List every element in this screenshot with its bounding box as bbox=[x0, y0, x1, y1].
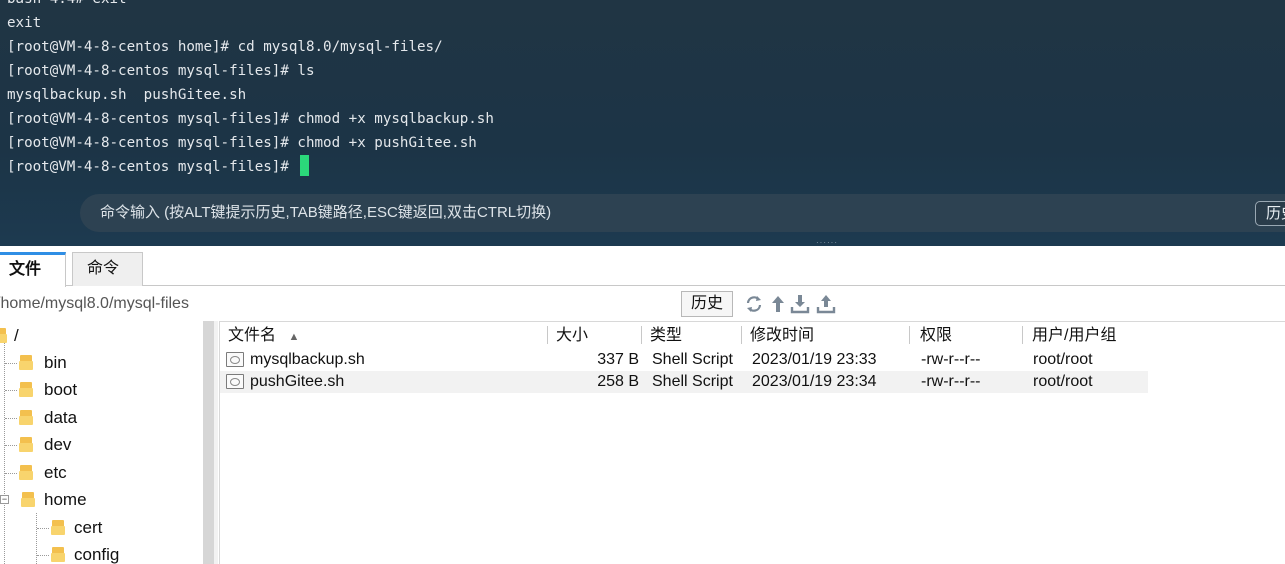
bottom-tabbar: 文件 命令 bbox=[0, 246, 1285, 287]
tree-item-label: bin bbox=[44, 353, 67, 372]
tree-item-label: etc bbox=[44, 463, 67, 482]
file-size: 258 B bbox=[597, 373, 639, 390]
table-row[interactable]: mysqlbackup.sh 337 B Shell Script 2023/0… bbox=[220, 349, 1148, 371]
tree-item-label: cert bbox=[74, 518, 103, 537]
upload-icon[interactable] bbox=[816, 293, 836, 315]
file-mtime: 2023/01/19 23:33 bbox=[752, 351, 877, 368]
tree-item-label: boot bbox=[44, 380, 78, 399]
terminal-history-button[interactable]: 历史 bbox=[1255, 201, 1285, 226]
column-header-owner[interactable]: 用户/用户组 bbox=[1024, 323, 1154, 349]
column-header-permissions[interactable]: 权限 bbox=[912, 323, 1022, 349]
folder-icon bbox=[0, 328, 7, 343]
file-name: mysqlbackup.sh bbox=[250, 351, 365, 368]
ssh-client-window: bash-4.4# exit exit [root@VM-4-8-centos … bbox=[0, 0, 1285, 564]
path-input[interactable] bbox=[0, 291, 679, 316]
terminal-cursor bbox=[300, 155, 310, 176]
file-list[interactable]: 文件名 ▲ 大小 类型 修改时间 权限 用户/用户组 mysqlbackup.s… bbox=[219, 321, 1285, 564]
terminal-prompt-line[interactable]: [root@VM-4-8-centos mysql-files]# bbox=[7, 155, 494, 179]
column-header-name[interactable]: 文件名 ▲ bbox=[220, 323, 548, 349]
column-separator[interactable] bbox=[1022, 326, 1023, 344]
file-type: Shell Script bbox=[652, 373, 733, 390]
path-history-button[interactable]: 历史 bbox=[681, 291, 733, 317]
pane-splitter[interactable] bbox=[214, 321, 218, 564]
shell-script-file-icon bbox=[226, 374, 244, 389]
folder-icon bbox=[51, 547, 65, 562]
file-owner: root/root bbox=[1033, 351, 1093, 368]
tab-commands[interactable]: 命令 bbox=[72, 252, 143, 286]
file-permissions: -rw-r--r-- bbox=[921, 351, 981, 368]
folder-icon bbox=[19, 465, 33, 480]
terminal-line: exit bbox=[7, 15, 42, 31]
tree-item-etc[interactable]: etc bbox=[0, 460, 120, 486]
column-separator[interactable] bbox=[909, 326, 910, 344]
tab-files[interactable]: 文件 bbox=[0, 252, 66, 287]
folder-icon bbox=[19, 437, 33, 452]
path-toolbar: 历史 bbox=[0, 287, 1285, 320]
tree-item-bin[interactable]: bin bbox=[0, 350, 120, 376]
tree-item-label: home bbox=[44, 490, 87, 509]
folder-open-icon bbox=[21, 492, 35, 507]
command-input-bar[interactable]: 命令输入 (按ALT键提示历史,TAB键路径,ESC键返回,双击CTRL切换) bbox=[80, 194, 1285, 232]
file-owner: root/root bbox=[1033, 373, 1093, 390]
folder-link-icon bbox=[19, 355, 33, 370]
tree-item-config[interactable]: config bbox=[0, 542, 150, 564]
tree-item-boot[interactable]: boot bbox=[0, 377, 120, 403]
tree-item-label: data bbox=[44, 408, 78, 427]
directory-tree[interactable]: / bin boot data dev etc − home cert conf… bbox=[0, 321, 203, 564]
terminal-line: [root@VM-4-8-centos home]# cd mysql8.0/m… bbox=[7, 39, 443, 55]
terminal-line: bash-4.4# exit bbox=[7, 0, 494, 11]
column-label: 文件名 bbox=[228, 327, 277, 344]
tree-item-home[interactable]: home bbox=[0, 487, 120, 513]
up-arrow-icon[interactable] bbox=[768, 293, 788, 315]
column-header-type[interactable]: 类型 bbox=[642, 323, 741, 349]
command-input-placeholder: 命令输入 (按ALT键提示历史,TAB键路径,ESC键返回,双击CTRL切换) bbox=[100, 204, 552, 221]
folder-icon bbox=[51, 520, 65, 535]
file-permissions: -rw-r--r-- bbox=[921, 373, 981, 390]
column-header-size[interactable]: 大小 bbox=[548, 323, 641, 349]
file-size: 337 B bbox=[597, 351, 639, 368]
tree-item-label: config bbox=[74, 545, 120, 564]
file-mtime: 2023/01/19 23:34 bbox=[752, 373, 877, 390]
terminal-line: [root@VM-4-8-centos mysql-files]# chmod … bbox=[7, 111, 494, 127]
terminal-output: bash-4.4# exit exit [root@VM-4-8-centos … bbox=[7, 0, 494, 179]
tree-item-data[interactable]: data bbox=[0, 405, 120, 431]
folder-icon bbox=[19, 410, 33, 425]
file-name: pushGitee.sh bbox=[250, 373, 345, 390]
table-row[interactable]: pushGitee.sh 258 B Shell Script 2023/01/… bbox=[220, 371, 1148, 393]
terminal-pane[interactable]: bash-4.4# exit exit [root@VM-4-8-centos … bbox=[0, 0, 1285, 246]
terminal-prompt: [root@VM-4-8-centos mysql-files]# bbox=[7, 159, 298, 175]
tree-item-dev[interactable]: dev bbox=[0, 432, 120, 458]
tree-item-cert[interactable]: cert bbox=[0, 515, 150, 541]
column-header-mtime[interactable]: 修改时间 bbox=[742, 323, 910, 349]
download-icon[interactable] bbox=[790, 293, 810, 315]
shell-script-file-icon bbox=[226, 352, 244, 367]
tree-item-label: / bbox=[14, 326, 19, 345]
file-type: Shell Script bbox=[652, 351, 733, 368]
terminal-line: [root@VM-4-8-centos mysql-files]# chmod … bbox=[7, 135, 477, 151]
terminal-line: [root@VM-4-8-centos mysql-files]# ls bbox=[7, 63, 315, 79]
terminal-line: mysqlbackup.sh pushGitee.sh bbox=[7, 87, 247, 103]
tree-item-label: dev bbox=[44, 435, 72, 454]
tree-scrollbar[interactable] bbox=[203, 321, 214, 564]
folder-icon bbox=[19, 382, 33, 397]
sort-ascending-icon: ▲ bbox=[288, 331, 300, 343]
refresh-icon[interactable] bbox=[744, 293, 764, 315]
